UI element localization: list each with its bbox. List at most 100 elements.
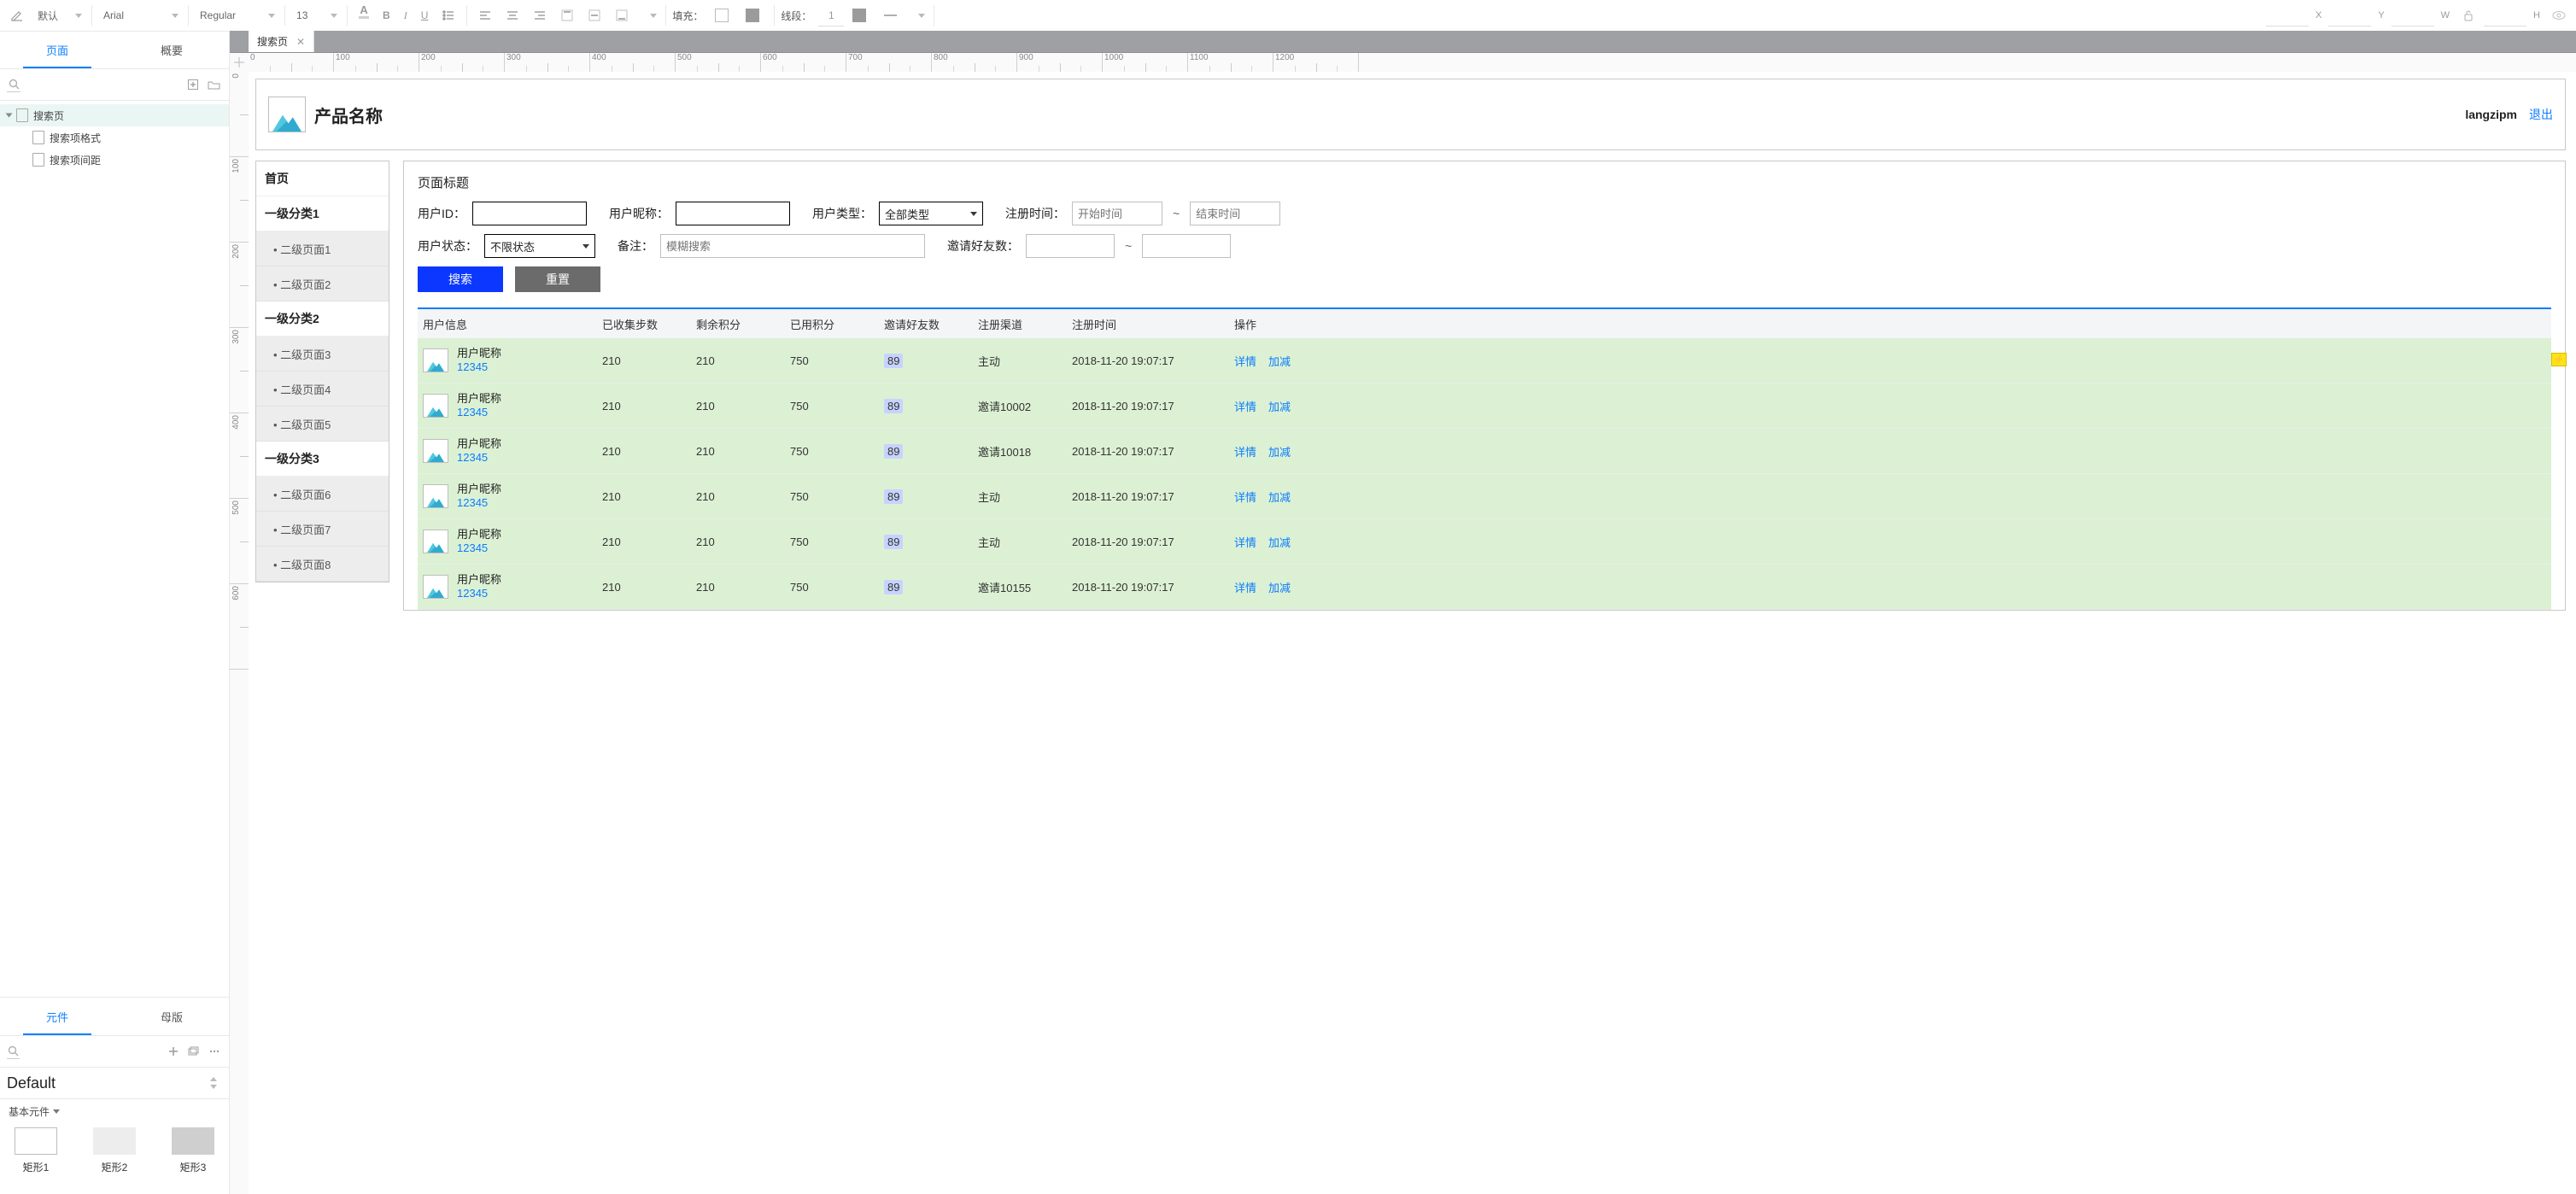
nav-subitem[interactable]: • 二级页面4 (256, 372, 389, 407)
tab-components[interactable]: 元件 (0, 998, 114, 1035)
library-select-row: Default (0, 1068, 229, 1099)
library-category-label[interactable]: 基本元件 (0, 1099, 229, 1121)
more-text-options[interactable] (637, 9, 659, 22)
font-weight-dropdown[interactable]: Regular (195, 5, 278, 26)
nav-subitem[interactable]: • 二级页面7 (256, 512, 389, 547)
arrow-style-dropdown[interactable] (905, 9, 928, 22)
pos-w-input[interactable] (2392, 5, 2434, 26)
bullet-list-button[interactable] (436, 9, 460, 22)
font-size-dropdown[interactable]: 13 (291, 5, 341, 26)
reg-time-end-input[interactable] (1190, 202, 1280, 225)
document-tab[interactable]: 搜索页 ✕ (249, 31, 314, 52)
align-right-button[interactable] (528, 9, 552, 22)
action-detail[interactable]: 详情 (1234, 443, 1256, 459)
italic-button[interactable]: I (399, 5, 413, 26)
action-adjust[interactable]: 加减 (1268, 398, 1291, 414)
bold-button[interactable]: B (378, 5, 395, 26)
nav-subitem[interactable]: • 二级页面8 (256, 547, 389, 582)
invite-max-input[interactable] (1142, 234, 1231, 258)
tab-masters[interactable]: 母版 (114, 998, 229, 1035)
logout-link[interactable]: 退出 (2529, 106, 2553, 123)
tree-item-search-format[interactable]: 搜索项格式 (0, 126, 229, 149)
nav-subitem[interactable]: • 二级页面6 (256, 477, 389, 512)
nav-category[interactable]: 一级分类1 (256, 196, 389, 231)
library-more-icon[interactable] (207, 1043, 222, 1060)
align-left-button[interactable] (473, 9, 497, 22)
nav-subitem[interactable]: • 二级页面2 (256, 266, 389, 301)
shape-rect3[interactable]: 矩形3 (169, 1127, 217, 1174)
row-uid-link[interactable]: 12345 (457, 360, 501, 374)
search-button[interactable]: 搜索 (418, 266, 503, 292)
reset-button[interactable]: 重置 (515, 266, 600, 292)
lock-aspect-icon[interactable] (2456, 9, 2480, 22)
tree-root-page[interactable]: 搜索页 (0, 104, 229, 126)
row-uid-link[interactable]: 12345 (457, 541, 501, 555)
font-color-button[interactable]: A (354, 5, 374, 26)
action-detail[interactable]: 详情 (1234, 398, 1256, 414)
visibility-icon[interactable] (2547, 9, 2571, 22)
action-detail[interactable]: 详情 (1234, 353, 1256, 369)
action-adjust[interactable]: 加减 (1268, 534, 1291, 550)
fill-solid-swatch[interactable] (741, 5, 768, 26)
row-uid-link[interactable]: 12345 (457, 451, 501, 465)
shape-rect1[interactable]: 矩形1 (12, 1127, 60, 1174)
remark-input[interactable] (660, 234, 925, 258)
line-color-swatch[interactable] (847, 5, 875, 26)
shape-rect2[interactable]: 矩形2 (91, 1127, 138, 1174)
ruler-horizontal[interactable]: 0100200300400500600700800900100011001200 (249, 53, 2576, 73)
library-name[interactable]: Default (7, 1073, 200, 1094)
ruler-origin-icon[interactable] (230, 53, 249, 73)
library-stepper-icon[interactable] (205, 1074, 222, 1092)
nickname-input[interactable] (676, 202, 790, 225)
reg-time-start-input[interactable] (1072, 202, 1162, 225)
valign-top-button[interactable] (555, 9, 579, 22)
fill-none-swatch[interactable] (710, 5, 737, 26)
tree-item-search-spacing[interactable]: 搜索项间距 (0, 149, 229, 171)
canvas[interactable]: 产品名称 langzipm 退出 首页一级分类1• 二级页面1• 二级页面2一级… (249, 72, 2576, 1194)
underline-button[interactable]: U (416, 5, 434, 26)
user-type-select[interactable]: 全部类型 (879, 202, 983, 225)
valign-middle-button[interactable] (583, 9, 606, 22)
row-uid-link[interactable]: 12345 (457, 587, 501, 600)
nav-category[interactable]: 一级分类2 (256, 301, 389, 337)
edit-icon[interactable] (5, 9, 29, 22)
row-uid-link[interactable]: 12345 (457, 406, 501, 419)
ruler-vertical[interactable]: 0100200300400500600 (230, 72, 249, 1194)
nav-home[interactable]: 首页 (256, 161, 389, 196)
row-uid-link[interactable]: 12345 (457, 496, 501, 510)
line-style-dropdown[interactable] (878, 9, 902, 22)
action-adjust[interactable]: 加减 (1268, 443, 1291, 459)
user-state-select[interactable]: 不限状态 (484, 234, 595, 258)
font-family-dropdown[interactable]: Arial (98, 5, 182, 26)
interaction-bolt-icon[interactable]: ⚡ (2551, 353, 2567, 366)
nav-subitem[interactable]: • 二级页面5 (256, 407, 389, 442)
nav-subitem[interactable]: • 二级页面1 (256, 231, 389, 266)
rulers: 0100200300400500600700800900100011001200… (230, 53, 2576, 1194)
line-width-input[interactable] (818, 5, 844, 26)
action-detail[interactable]: 详情 (1234, 489, 1256, 505)
action-adjust[interactable]: 加减 (1268, 353, 1291, 369)
close-icon[interactable]: ✕ (296, 36, 305, 48)
action-detail[interactable]: 详情 (1234, 534, 1256, 550)
paragraph-style-dropdown[interactable]: 默认 (32, 5, 85, 26)
action-adjust[interactable]: 加减 (1268, 489, 1291, 505)
add-folder-icon[interactable] (205, 76, 222, 93)
user-id-input[interactable] (472, 202, 587, 225)
action-detail[interactable]: 详情 (1234, 579, 1256, 595)
tab-pages[interactable]: 页面 (0, 31, 114, 68)
pos-h-input[interactable] (2484, 5, 2526, 26)
invite-min-input[interactable] (1026, 234, 1115, 258)
add-library-icon[interactable] (166, 1043, 181, 1060)
action-adjust[interactable]: 加减 (1268, 579, 1291, 595)
nav-subitem[interactable]: • 二级页面3 (256, 337, 389, 372)
nav-category[interactable]: 一级分类3 (256, 442, 389, 477)
valign-bottom-button[interactable] (610, 9, 634, 22)
pages-search-input[interactable] (24, 74, 181, 95)
components-search-input[interactable] (25, 1041, 161, 1062)
pos-x-input[interactable] (2266, 5, 2309, 26)
align-center-button[interactable] (501, 9, 524, 22)
tab-outline[interactable]: 概要 (114, 31, 229, 68)
add-page-icon[interactable] (184, 76, 202, 93)
pos-y-input[interactable] (2328, 5, 2371, 26)
library-stack-icon[interactable] (186, 1043, 202, 1060)
